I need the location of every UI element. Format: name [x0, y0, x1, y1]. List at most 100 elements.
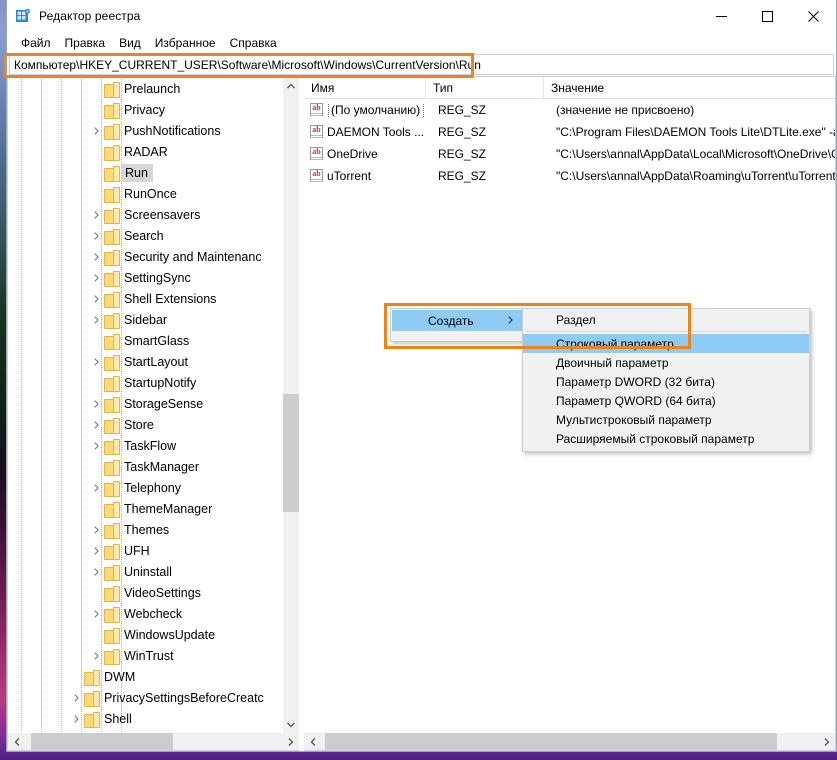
tree-item[interactable]: TaskManager: [8, 456, 282, 477]
maximize-button[interactable]: [744, 0, 790, 32]
tree-hscroll-track[interactable]: [25, 733, 282, 750]
context-menu-parent: Создать: [390, 308, 523, 342]
menu-file[interactable]: Файл: [14, 34, 58, 52]
context-menu-item[interactable]: Двоичный параметр: [523, 353, 809, 372]
chevron-right-icon[interactable]: [88, 246, 104, 267]
column-header-type[interactable]: Тип: [426, 77, 544, 99]
values-horizontal-scrollbar[interactable]: [304, 733, 835, 750]
context-menu-item[interactable]: Расширяемый строковый параметр: [523, 429, 809, 448]
tree-horizontal-scrollbar[interactable]: [8, 733, 299, 750]
tree-item[interactable]: DWM: [8, 666, 282, 687]
tree-item[interactable]: PushNotifications: [8, 120, 282, 141]
tree-item[interactable]: Uninstall: [8, 561, 282, 582]
tree-scroll-down-icon[interactable]: [283, 716, 300, 733]
tree-item[interactable]: RADAR: [8, 141, 282, 162]
chevron-right-icon[interactable]: [88, 204, 104, 225]
tree-item[interactable]: Store: [8, 414, 282, 435]
context-menu-item[interactable]: Параметр QWORD (64 бита): [523, 391, 809, 410]
chevron-right-icon[interactable]: [88, 477, 104, 498]
tree-item[interactable]: Telephony: [8, 477, 282, 498]
tree-item[interactable]: Shell: [8, 708, 282, 729]
tree-item[interactable]: Webcheck: [8, 603, 282, 624]
tree-item[interactable]: SettingSync: [8, 267, 282, 288]
tree-item[interactable]: SmartGlass: [8, 330, 282, 351]
chevron-right-icon[interactable]: [88, 561, 104, 582]
tree-item[interactable]: Sidebar: [8, 309, 282, 330]
tree-item[interactable]: TaskFlow: [8, 435, 282, 456]
chevron-right-icon[interactable]: [68, 687, 84, 708]
table-row[interactable]: ab uTorrent REG_SZ "C:\Users\annal\AppData\…: [304, 165, 835, 187]
tree-item[interactable]: Privacy: [8, 99, 282, 120]
tree-item[interactable]: Run: [8, 162, 282, 183]
tree-scroll-thumb[interactable]: [282, 394, 299, 512]
tree-item[interactable]: RunOnce: [8, 183, 282, 204]
chevron-right-icon[interactable]: [88, 414, 104, 435]
tree-hscroll-thumb[interactable]: [31, 733, 173, 750]
tree-item[interactable]: Search: [8, 225, 282, 246]
context-menu-item[interactable]: Раздел: [523, 310, 809, 329]
address-bar[interactable]: Компьютер\HKEY_CURRENT_USER\Software\Mic…: [9, 54, 834, 75]
tree-scroll-right-icon[interactable]: [282, 733, 299, 750]
chevron-right-icon[interactable]: [88, 288, 104, 309]
tree-item[interactable]: WindowsUpdate: [8, 624, 282, 645]
values-scroll-left-icon[interactable]: [304, 733, 321, 750]
tree-item-label: Run: [122, 163, 153, 182]
chevron-right-icon: [508, 315, 513, 326]
tree-item[interactable]: Security and Maintenanc: [8, 246, 282, 267]
menu-favorites[interactable]: Избранное: [148, 34, 223, 52]
tree-item[interactable]: Screensavers: [8, 204, 282, 225]
context-menu-item[interactable]: Строковый параметр: [523, 334, 809, 353]
tree-item[interactable]: PrivacySettingsBeforeCreatc: [8, 687, 282, 708]
chevron-right-icon[interactable]: [88, 435, 104, 456]
table-row[interactable]: ab (По умолчанию) REG_SZ (значение не присв…: [304, 99, 835, 121]
chevron-right-icon[interactable]: [88, 603, 104, 624]
tree-item[interactable]: UFH: [8, 540, 282, 561]
chevron-right-icon[interactable]: [88, 393, 104, 414]
context-menu-item-create-label: Создать: [428, 313, 474, 328]
chevron-right-icon[interactable]: [88, 309, 104, 330]
column-header-value[interactable]: Значение: [544, 77, 835, 99]
context-menu-item[interactable]: Параметр DWORD (32 бита): [523, 372, 809, 391]
column-header-name[interactable]: Имя: [304, 77, 426, 99]
tree-item[interactable]: StorageSense: [8, 393, 282, 414]
tree-item[interactable]: ThemeManager: [8, 498, 282, 519]
chevron-right-icon[interactable]: [68, 708, 84, 729]
context-menu-item-create[interactable]: Создать: [392, 310, 523, 331]
tree-item[interactable]: Shell Extensions: [8, 288, 282, 309]
tree-vertical-scrollbar[interactable]: [282, 77, 299, 733]
chevron-right-icon[interactable]: [88, 267, 104, 288]
values-hscroll-thumb[interactable]: [325, 733, 777, 750]
folder-icon: [104, 144, 120, 161]
tree-scroll-up-icon[interactable]: [283, 77, 300, 94]
tree-item[interactable]: StartupNotify: [8, 372, 282, 393]
minimize-button[interactable]: [698, 0, 744, 32]
chevron-right-icon[interactable]: [88, 351, 104, 372]
tree-item[interactable]: VideoSettings: [8, 582, 282, 603]
tree-item[interactable]: Prelaunch: [8, 78, 282, 99]
table-row[interactable]: ab OneDrive REG_SZ "C:\Users\annal\AppData\…: [304, 143, 835, 165]
tree-leaf-spacer: [88, 372, 104, 393]
context-menu-submenu-new[interactable]: Раздел Строковый параметр Двоичный парамет…: [522, 308, 810, 452]
tree-item[interactable]: Themes: [8, 519, 282, 540]
menu-edit[interactable]: Правка: [58, 34, 113, 52]
chevron-right-icon[interactable]: [88, 225, 104, 246]
values-hscroll-track[interactable]: [321, 733, 818, 750]
chevron-right-icon[interactable]: [88, 645, 104, 666]
folder-icon: [104, 375, 120, 392]
menu-help[interactable]: Справка: [223, 34, 284, 52]
chevron-right-icon[interactable]: [88, 540, 104, 561]
table-row[interactable]: ab DAEMON Tools ... REG_SZ "C:\Program File…: [304, 121, 835, 143]
tree-item[interactable]: WinTrust: [8, 645, 282, 666]
context-menu-item[interactable]: Мультистроковый параметр: [523, 410, 809, 429]
registry-tree[interactable]: Prelaunch Privacy PushNotifications RADAR Ru…: [8, 77, 282, 733]
tree-scroll-track[interactable]: [282, 94, 299, 716]
chevron-right-icon[interactable]: [88, 120, 104, 141]
tree-scroll-left-icon[interactable]: [8, 733, 25, 750]
tree-item[interactable]: StartLayout: [8, 351, 282, 372]
close-button[interactable]: [790, 0, 836, 32]
values-scroll-right-icon[interactable]: [818, 733, 835, 750]
chevron-right-icon[interactable]: [88, 519, 104, 540]
menu-view[interactable]: Вид: [112, 34, 148, 52]
